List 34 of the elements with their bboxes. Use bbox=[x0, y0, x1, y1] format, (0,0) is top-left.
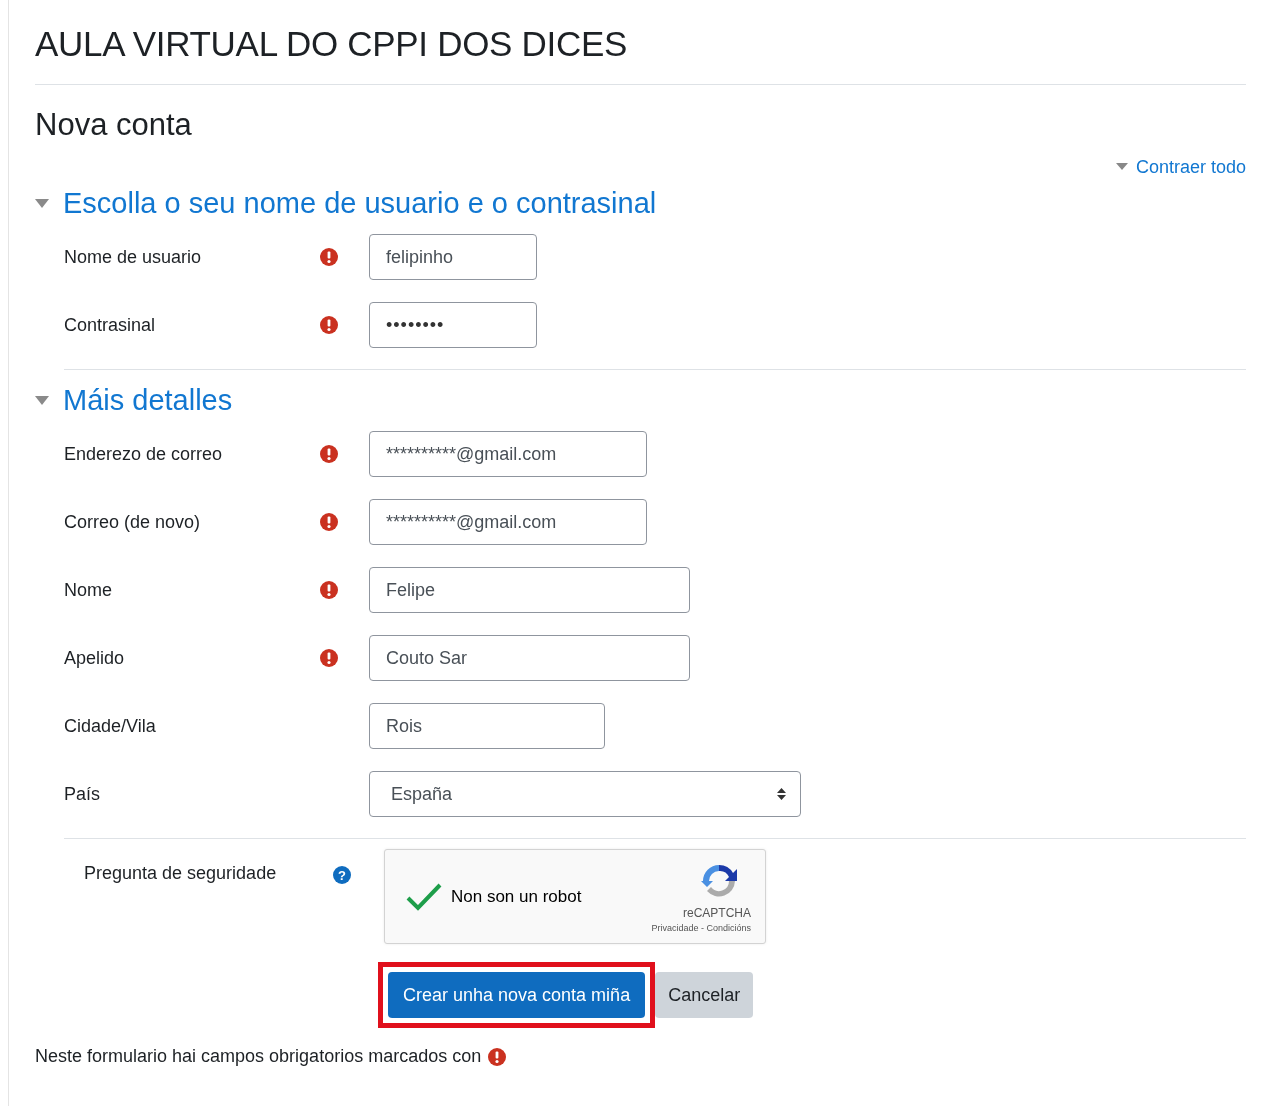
input-field[interactable]: **********@gmail.com bbox=[369, 499, 647, 545]
field-label: Pregunta de seguridade bbox=[84, 863, 278, 884]
section-title[interactable]: Escolla o seu nome de usuario e o contrasinal bbox=[63, 186, 657, 220]
page-title: Nova conta bbox=[35, 107, 193, 144]
field-label: País bbox=[64, 783, 102, 805]
field-label: Nome de usuario bbox=[64, 246, 203, 268]
field-label: Nome bbox=[64, 579, 113, 601]
input-field[interactable]: **********@gmail.com bbox=[369, 431, 647, 477]
caret-icon[interactable] bbox=[35, 198, 49, 208]
field-label: Apelido bbox=[64, 647, 126, 669]
input-field[interactable]: felipinho bbox=[369, 234, 537, 280]
country-select[interactable]: España bbox=[369, 771, 801, 817]
field-label: Cidade/Vila bbox=[64, 715, 157, 737]
caret-icon bbox=[1115, 163, 1128, 170]
field-label: Enderezo de correo bbox=[64, 443, 224, 465]
input-field[interactable]: Felipe bbox=[369, 567, 690, 613]
section-title[interactable]: Máis detalles bbox=[63, 383, 233, 417]
required-note: Neste formulario hai campos obrigatorios marcados con bbox=[35, 1046, 482, 1067]
input-field[interactable]: Rois bbox=[369, 703, 605, 749]
password-field[interactable]: •••••••• bbox=[369, 302, 537, 348]
captcha-label: Non son un robot bbox=[451, 886, 583, 907]
captcha-links[interactable]: Privacidade - Condicións bbox=[651, 922, 751, 933]
caret-icon[interactable] bbox=[35, 395, 49, 405]
captcha-brand: reCAPTCHA bbox=[683, 905, 751, 920]
collapse-all-link[interactable]: Contraer todo bbox=[1115, 157, 1246, 183]
site-title: AULA VIRTUAL DO CPPI DOS DICES bbox=[35, 24, 628, 65]
help-icon[interactable]: ? bbox=[333, 866, 351, 884]
required-icon bbox=[488, 1047, 507, 1066]
create-account-button[interactable]: Crear unha nova conta miña bbox=[388, 972, 646, 1018]
cancel-button[interactable]: Cancelar bbox=[655, 972, 754, 1018]
input-field[interactable]: Couto Sar bbox=[369, 635, 690, 681]
field-label: Contrasinal bbox=[64, 314, 157, 336]
sort-arrows-icon bbox=[777, 787, 786, 801]
field-label: Correo (de novo) bbox=[64, 511, 202, 533]
